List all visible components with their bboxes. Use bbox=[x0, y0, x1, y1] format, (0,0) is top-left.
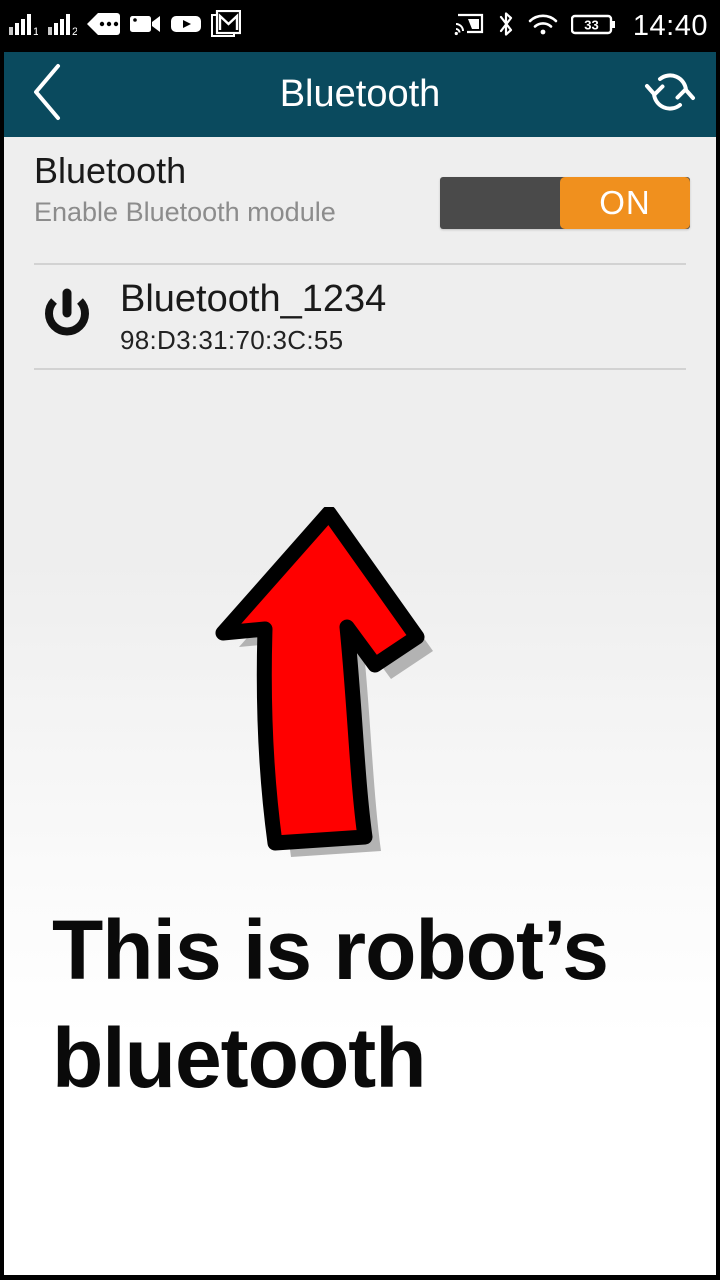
annotation-text: This is robot’s bluetooth bbox=[52, 903, 609, 1105]
bluetooth-toggle-row[interactable]: Bluetooth Enable Bluetooth module ON bbox=[4, 137, 716, 263]
chevron-left-icon bbox=[28, 62, 68, 127]
red-up-arrow-icon bbox=[179, 505, 439, 867]
action-bar: Bluetooth bbox=[4, 52, 716, 137]
list-item[interactable]: Bluetooth_1234 98:D3:31:70:3C:55 bbox=[4, 265, 716, 368]
device-text-block: Bluetooth_1234 98:D3:31:70:3C:55 bbox=[120, 278, 387, 356]
app-window: Bluetooth Bluetooth Enable Bluetooth mod… bbox=[0, 52, 720, 1280]
youtube-play-icon bbox=[170, 11, 202, 42]
page-title: Bluetooth bbox=[279, 73, 441, 115]
status-bar-right-icons: 33 14:40 bbox=[454, 10, 708, 43]
bluetooth-switch-state-label: ON bbox=[599, 184, 651, 221]
wifi-icon bbox=[528, 11, 558, 42]
signal-bars-sim2-icon: 2 bbox=[47, 11, 78, 42]
cast-screen-icon bbox=[454, 11, 484, 42]
svg-text:1: 1 bbox=[33, 26, 38, 37]
refresh-button[interactable] bbox=[624, 52, 716, 137]
settings-body: Bluetooth Enable Bluetooth module ON Blu… bbox=[4, 137, 716, 1275]
status-bar: 1 2 33 14:40 bbox=[0, 0, 720, 52]
bluetooth-switch-thumb: ON bbox=[560, 177, 690, 229]
power-icon bbox=[36, 285, 98, 352]
device-name: Bluetooth_1234 bbox=[120, 278, 387, 320]
phone-screen: 1 2 33 14:40 Bluetooth Bluetooth Enable … bbox=[0, 0, 720, 1280]
back-button[interactable] bbox=[4, 52, 92, 137]
battery-icon: 33 bbox=[570, 11, 617, 42]
svg-text:2: 2 bbox=[72, 26, 77, 37]
battery-level-text: 33 bbox=[584, 17, 598, 32]
bluetooth-subtitle: Enable Bluetooth module bbox=[34, 197, 336, 228]
status-bar-clock: 14:40 bbox=[632, 9, 708, 42]
gmail-icon bbox=[211, 9, 242, 43]
device-mac-address: 98:D3:31:70:3C:55 bbox=[120, 325, 344, 356]
video-camera-icon bbox=[129, 11, 161, 42]
divider-below-devices bbox=[34, 368, 686, 371]
message-bubble-icon bbox=[86, 11, 120, 42]
status-bar-left-icons: 1 2 bbox=[8, 9, 242, 43]
bluetooth-switch[interactable]: ON bbox=[440, 177, 690, 229]
signal-bars-sim1-icon: 1 bbox=[8, 11, 39, 42]
bluetooth-icon bbox=[497, 10, 515, 43]
refresh-icon bbox=[642, 64, 698, 125]
